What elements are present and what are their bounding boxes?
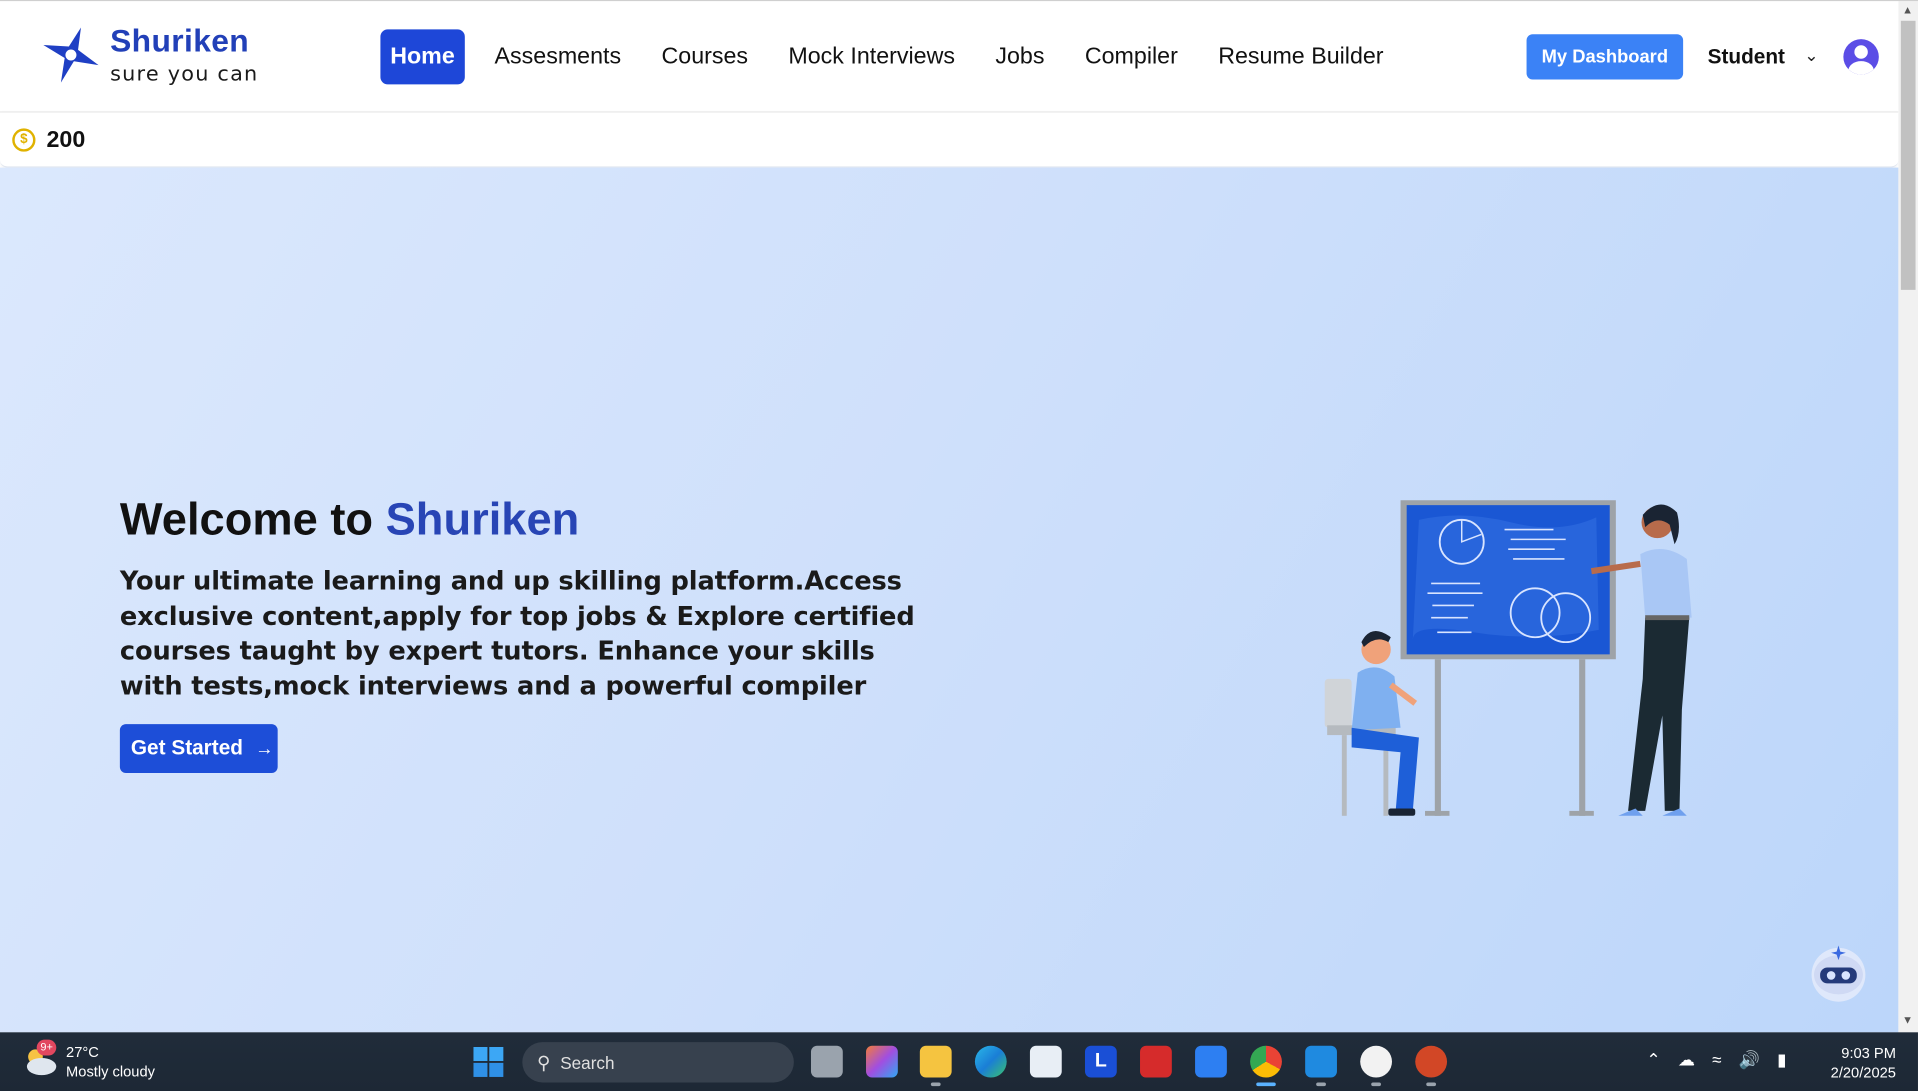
coin-count: 200 bbox=[46, 127, 86, 153]
mongodb-compass-icon[interactable] bbox=[1360, 1045, 1393, 1078]
windows-start-icon[interactable] bbox=[473, 1046, 504, 1078]
system-tray: ⌃ ☁ ≈ 🔊 ▮ bbox=[1646, 1049, 1786, 1070]
taskbar-search[interactable]: ⚲ Search bbox=[522, 1042, 794, 1083]
running-indicator bbox=[930, 1082, 941, 1087]
running-indicator bbox=[1426, 1082, 1437, 1087]
windows-taskbar: 9+ 27°C Mostly cloudy ⚲ Search L ⌃ ☁ ≈ 🔊… bbox=[0, 1032, 1918, 1091]
hero-title: Welcome to Shuriken bbox=[120, 494, 579, 545]
my-dashboard-button[interactable]: My Dashboard bbox=[1526, 34, 1684, 80]
running-indicator bbox=[1316, 1082, 1326, 1087]
hero-section: Welcome to Shuriken Your ultimate learni… bbox=[0, 167, 1899, 1033]
clock-date: 2/20/2025 bbox=[1830, 1064, 1896, 1082]
nav-compiler[interactable]: Compiler bbox=[1065, 29, 1198, 84]
scroll-thumb[interactable] bbox=[1900, 20, 1916, 290]
active-indicator bbox=[1256, 1082, 1276, 1087]
top-navbar: Shuriken sure you can Home Assesments Co… bbox=[0, 1, 1899, 112]
nav-courses[interactable]: Courses bbox=[641, 29, 768, 84]
teacher-student-illustration bbox=[1324, 500, 1692, 816]
get-started-label: Get Started bbox=[130, 736, 243, 760]
nav-assessments[interactable]: Assesments bbox=[474, 29, 641, 84]
vscode-icon[interactable] bbox=[1305, 1045, 1337, 1078]
taskbar-search-placeholder: Search bbox=[560, 1052, 615, 1073]
scroll-up-arrow-icon[interactable]: ▲ bbox=[1902, 4, 1913, 16]
shuriken-logo-icon bbox=[43, 27, 99, 83]
chatbot-assistant-icon[interactable] bbox=[1805, 941, 1871, 1005]
scroll-down-arrow-icon[interactable]: ▼ bbox=[1902, 1014, 1913, 1026]
wifi-icon[interactable]: ≈ bbox=[1712, 1049, 1721, 1070]
microsoft-store-icon[interactable] bbox=[1029, 1045, 1062, 1078]
task-view-icon[interactable] bbox=[810, 1045, 843, 1078]
hero-title-prefix: Welcome to bbox=[119, 494, 386, 545]
user-avatar-icon[interactable] bbox=[1843, 39, 1879, 75]
weather-alert-badge: 9+ bbox=[36, 1039, 57, 1056]
battery-icon[interactable]: ▮ bbox=[1777, 1049, 1786, 1070]
weather-temperature: 27°C bbox=[66, 1043, 99, 1061]
volume-icon[interactable]: 🔊 bbox=[1739, 1049, 1760, 1070]
main-menu: Home Assesments Courses Mock Interviews … bbox=[380, 29, 1404, 85]
powerpoint-icon[interactable] bbox=[1415, 1045, 1448, 1078]
chrome-icon[interactable] bbox=[1250, 1045, 1282, 1078]
brand-name: Shuriken bbox=[110, 22, 250, 59]
arrow-right-icon: → bbox=[255, 738, 274, 759]
edge-browser-icon[interactable] bbox=[974, 1045, 1007, 1078]
nav-home[interactable]: Home bbox=[380, 29, 465, 85]
hero-title-accent: Shuriken bbox=[385, 494, 580, 545]
search-icon: ⚲ bbox=[536, 1052, 551, 1074]
coin-bar: $ 200 bbox=[0, 111, 1899, 168]
weather-widget[interactable]: 9+ 27°C Mostly cloudy bbox=[22, 1039, 155, 1081]
brand-tagline: sure you can bbox=[110, 62, 259, 87]
role-selector[interactable]: Student bbox=[1708, 45, 1785, 69]
running-indicator bbox=[1371, 1082, 1381, 1087]
dropbox-icon[interactable] bbox=[1195, 1045, 1227, 1078]
page-scrollbar[interactable]: ▲ ▼ bbox=[1898, 1, 1918, 1033]
copilot-icon[interactable] bbox=[866, 1045, 898, 1078]
nav-jobs[interactable]: Jobs bbox=[975, 29, 1064, 84]
get-started-button[interactable]: Get Started → bbox=[119, 724, 278, 773]
chevron-up-icon[interactable]: ⌃ bbox=[1646, 1049, 1660, 1070]
weather-description: Mostly cloudy bbox=[66, 1062, 155, 1080]
cloudy-weather-icon: 9+ bbox=[22, 1039, 59, 1079]
nav-resume-builder[interactable]: Resume Builder bbox=[1198, 29, 1404, 84]
taskbar-clock[interactable]: 9:03 PM 2/20/2025 bbox=[1823, 1043, 1896, 1082]
file-explorer-icon[interactable] bbox=[919, 1045, 952, 1078]
mcafee-icon[interactable] bbox=[1140, 1045, 1172, 1078]
nav-mock-interviews[interactable]: Mock Interviews bbox=[768, 29, 975, 84]
coin-icon: $ bbox=[12, 128, 36, 152]
chevron-down-icon[interactable]: ⌄ bbox=[1804, 45, 1818, 66]
onedrive-cloud-icon[interactable]: ☁ bbox=[1678, 1049, 1695, 1070]
hero-description: Your ultimate learning and up skilling p… bbox=[119, 566, 915, 701]
l-app-icon[interactable]: L bbox=[1084, 1045, 1117, 1078]
clock-time: 9:03 PM bbox=[1841, 1044, 1896, 1062]
logo[interactable]: Shuriken sure you can bbox=[39, 23, 258, 87]
